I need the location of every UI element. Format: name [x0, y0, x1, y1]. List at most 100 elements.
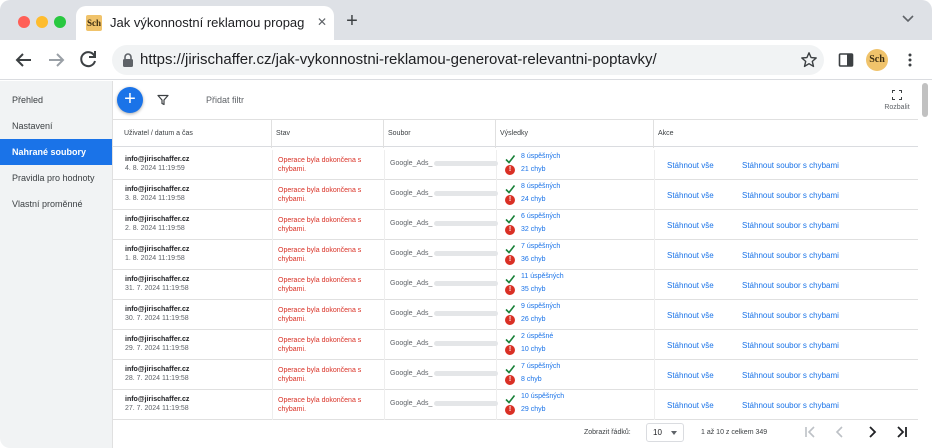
row-error-count[interactable]: 36 chyb: [521, 256, 546, 263]
row-date: 3. 8. 2024 11:19:58: [125, 195, 185, 202]
row-success-count[interactable]: 6 úspěšných: [521, 213, 560, 220]
download-all-link[interactable]: Stáhnout vše: [667, 311, 714, 320]
row-user-email: info@jirischaffer.cz: [125, 396, 190, 403]
cell-divider: [272, 210, 273, 240]
first-page-icon[interactable]: [803, 425, 817, 439]
sidebar: Přehled Nastavení Nahrané soubory Pravid…: [0, 81, 113, 448]
row-file-prefix: Google_Ads_: [390, 160, 433, 167]
download-all-link[interactable]: Stáhnout vše: [667, 341, 714, 350]
row-error-count[interactable]: 24 chyb: [521, 196, 546, 203]
cell-divider: [654, 300, 655, 330]
filter-icon[interactable]: [157, 94, 169, 106]
row-error-count[interactable]: 10 chyb: [521, 346, 546, 353]
sidebar-item-settings[interactable]: Nastavení: [0, 113, 112, 139]
row-file-name: Google_Ads_: [390, 250, 499, 257]
maximize-window-button[interactable]: [54, 16, 66, 28]
row-file-name: Google_Ads_: [390, 280, 499, 287]
row-success-count[interactable]: 11 úspěšných: [521, 273, 564, 280]
row-error-count[interactable]: 26 chyb: [521, 316, 546, 323]
download-errors-link[interactable]: Stáhnout soubor s chybami: [742, 161, 839, 170]
last-page-icon[interactable]: [895, 425, 909, 439]
row-success-count[interactable]: 7 úspěšných: [521, 363, 560, 370]
row-error-count[interactable]: 35 chyb: [521, 286, 546, 293]
address-bar[interactable]: https://jirischaffer.cz/jak-vykonnostni-…: [112, 45, 824, 75]
row-success-count[interactable]: 8 úspěšných: [521, 183, 560, 190]
url-text[interactable]: https://jirischaffer.cz/jak-vykonnostni-…: [140, 51, 657, 69]
download-all-link[interactable]: Stáhnout vše: [667, 161, 714, 170]
download-all-link[interactable]: Stáhnout vše: [667, 401, 714, 410]
download-errors-link[interactable]: Stáhnout soubor s chybami: [742, 221, 839, 230]
row-error-count[interactable]: 21 chyb: [521, 166, 546, 173]
add-upload-button[interactable]: +: [117, 87, 143, 113]
download-errors-link[interactable]: Stáhnout soubor s chybami: [742, 191, 839, 200]
add-filter-input[interactable]: Přidat filtr: [206, 95, 244, 105]
row-success-count[interactable]: 2 úspěšné: [521, 333, 553, 340]
row-date: 29. 7. 2024 11:19:58: [125, 345, 189, 352]
more-vertical-icon[interactable]: [902, 52, 918, 68]
download-all-link[interactable]: Stáhnout vše: [667, 371, 714, 380]
download-all-link[interactable]: Stáhnout vše: [667, 281, 714, 290]
rows-per-page-select[interactable]: 10: [646, 423, 684, 442]
reload-icon[interactable]: [76, 48, 100, 72]
row-success-count[interactable]: 8 úspěšných: [521, 153, 560, 160]
expand-button[interactable]: Rozbalit: [879, 90, 915, 111]
bookmark-star-icon[interactable]: [800, 51, 818, 69]
download-errors-link[interactable]: Stáhnout soubor s chybami: [742, 371, 839, 380]
sidebar-item-custom-variables[interactable]: Vlastní proměnné: [0, 191, 112, 217]
close-window-button[interactable]: [18, 16, 30, 28]
cell-divider: [384, 300, 385, 330]
success-check-icon: [505, 335, 515, 344]
column-header-user[interactable]: Uživatel / datum a čas: [120, 120, 272, 148]
redacted-filename: [434, 190, 499, 196]
new-tab-plus-icon[interactable]: +: [342, 11, 362, 32]
cell-divider: [272, 270, 273, 300]
redacted-filename: [434, 340, 499, 346]
tab-close-icon[interactable]: ✕: [314, 14, 330, 30]
minimize-window-button[interactable]: [36, 16, 48, 28]
table-row: info@jirischaffer.cz 1. 8. 2024 11:19:58 O…: [113, 240, 918, 270]
column-header-status[interactable]: Stav: [272, 120, 384, 148]
back-arrow-icon[interactable]: [12, 48, 36, 72]
sidebar-item-value-rules[interactable]: Pravidla pro hodnoty: [0, 165, 112, 191]
tab-search-chevron-icon[interactable]: [900, 10, 916, 26]
download-errors-link[interactable]: Stáhnout soubor s chybami: [742, 281, 839, 290]
row-file-prefix: Google_Ads_: [390, 340, 433, 347]
success-check-icon: [505, 275, 515, 284]
row-file-prefix: Google_Ads_: [390, 280, 433, 287]
sidebar-item-overview[interactable]: Přehled: [0, 87, 112, 113]
row-error-count[interactable]: 8 chyb: [521, 376, 542, 383]
page-scrollbar[interactable]: [918, 81, 932, 448]
download-errors-link[interactable]: Stáhnout soubor s chybami: [742, 341, 839, 350]
next-page-icon[interactable]: [865, 425, 879, 439]
column-header-file[interactable]: Soubor: [384, 120, 496, 148]
previous-page-icon[interactable]: [833, 425, 847, 439]
download-all-link[interactable]: Stáhnout vše: [667, 251, 714, 260]
row-success-count[interactable]: 7 úspěšných: [521, 243, 560, 250]
cell-divider: [272, 240, 273, 270]
table-row: info@jirischaffer.cz 29. 7. 2024 11:19:58…: [113, 330, 918, 360]
row-status: Operace byla dokončena s chybami.: [278, 217, 362, 233]
cell-divider: [272, 360, 273, 390]
forward-arrow-icon[interactable]: [44, 48, 68, 72]
column-header-results[interactable]: Výsledky: [496, 120, 654, 148]
row-success-count[interactable]: 10 úspěšných: [521, 393, 564, 400]
sidebar-item-uploaded-files[interactable]: Nahrané soubory: [0, 139, 112, 165]
download-errors-link[interactable]: Stáhnout soubor s chybami: [742, 401, 839, 410]
profile-avatar[interactable]: Sch: [866, 49, 888, 71]
row-error-count[interactable]: 29 chyb: [521, 406, 546, 413]
active-tab[interactable]: Sch Jak výkonnostní reklamou propag ✕: [76, 6, 334, 40]
download-all-link[interactable]: Stáhnout vše: [667, 221, 714, 230]
lock-icon[interactable]: [122, 53, 134, 67]
error-alert-icon: !: [505, 315, 515, 325]
column-header-actions[interactable]: Akce: [654, 120, 918, 148]
table-row: info@jirischaffer.cz 31. 7. 2024 11:19:58…: [113, 270, 918, 300]
scrollbar-thumb[interactable]: [922, 83, 928, 117]
row-success-count[interactable]: 9 úspěšných: [521, 303, 560, 310]
download-errors-link[interactable]: Stáhnout soubor s chybami: [742, 311, 839, 320]
download-all-link[interactable]: Stáhnout vše: [667, 191, 714, 200]
download-errors-link[interactable]: Stáhnout soubor s chybami: [742, 251, 839, 260]
row-file-name: Google_Ads_: [390, 340, 499, 347]
side-panel-icon[interactable]: [838, 52, 854, 68]
cell-divider: [384, 180, 385, 210]
row-error-count[interactable]: 32 chyb: [521, 226, 546, 233]
